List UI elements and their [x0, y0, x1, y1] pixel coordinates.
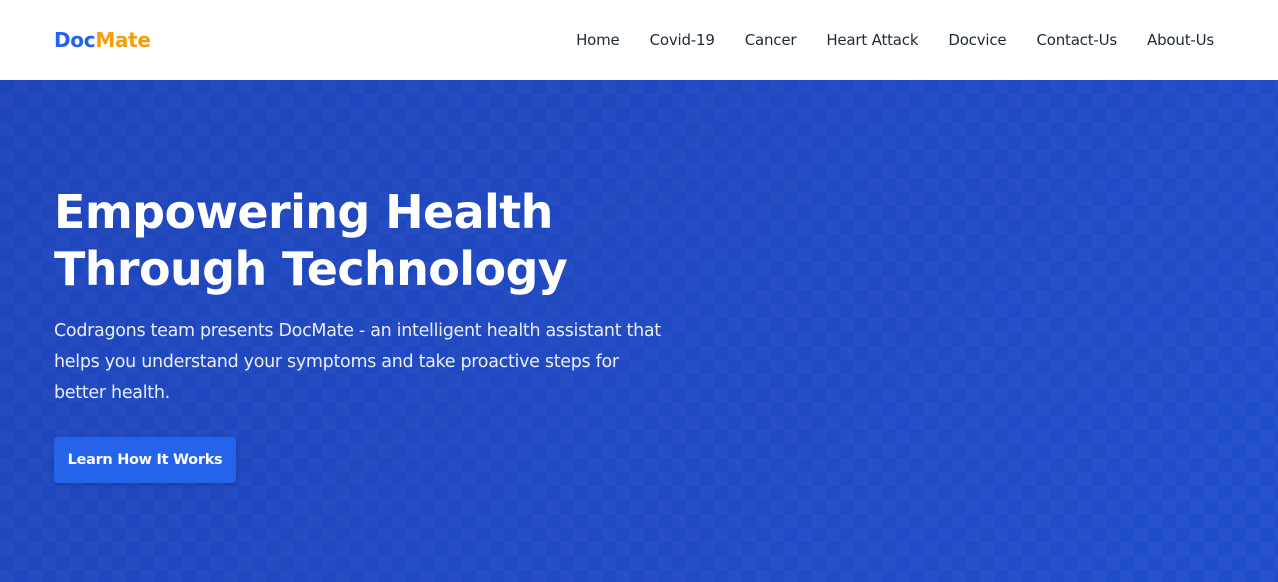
hero-title-line-2: Through Technology [54, 242, 568, 296]
hero-title-line-1: Empowering Health [54, 185, 553, 239]
nav-link-cancer[interactable]: Cancer [745, 31, 797, 49]
nav-link-about-us[interactable]: About-Us [1147, 31, 1214, 49]
nav-link-covid-19[interactable]: Covid-19 [650, 31, 715, 49]
hero-description: Codragons team presents DocMate - an int… [54, 321, 661, 403]
nav-link-docvice[interactable]: Docvice [948, 31, 1006, 49]
learn-how-it-works-button[interactable]: Learn How It Works [54, 437, 236, 483]
hero-section: Empowering Health Through Technology Cod… [0, 80, 1278, 582]
brand-logo-doc: Doc [54, 28, 96, 52]
brand-logo[interactable]: DocMate [54, 28, 151, 52]
main-nav: Home Covid-19 Cancer Heart Attack Docvic… [576, 31, 1214, 49]
navbar: DocMate Home Covid-19 Cancer Heart Attac… [0, 0, 1278, 80]
nav-link-heart-attack[interactable]: Heart Attack [826, 31, 918, 49]
nav-link-contact-us[interactable]: Contact-Us [1036, 31, 1117, 49]
brand-logo-mate: Mate [95, 28, 151, 52]
hero-title: Empowering Health Through Technology [54, 184, 694, 298]
nav-link-home[interactable]: Home [576, 31, 620, 49]
